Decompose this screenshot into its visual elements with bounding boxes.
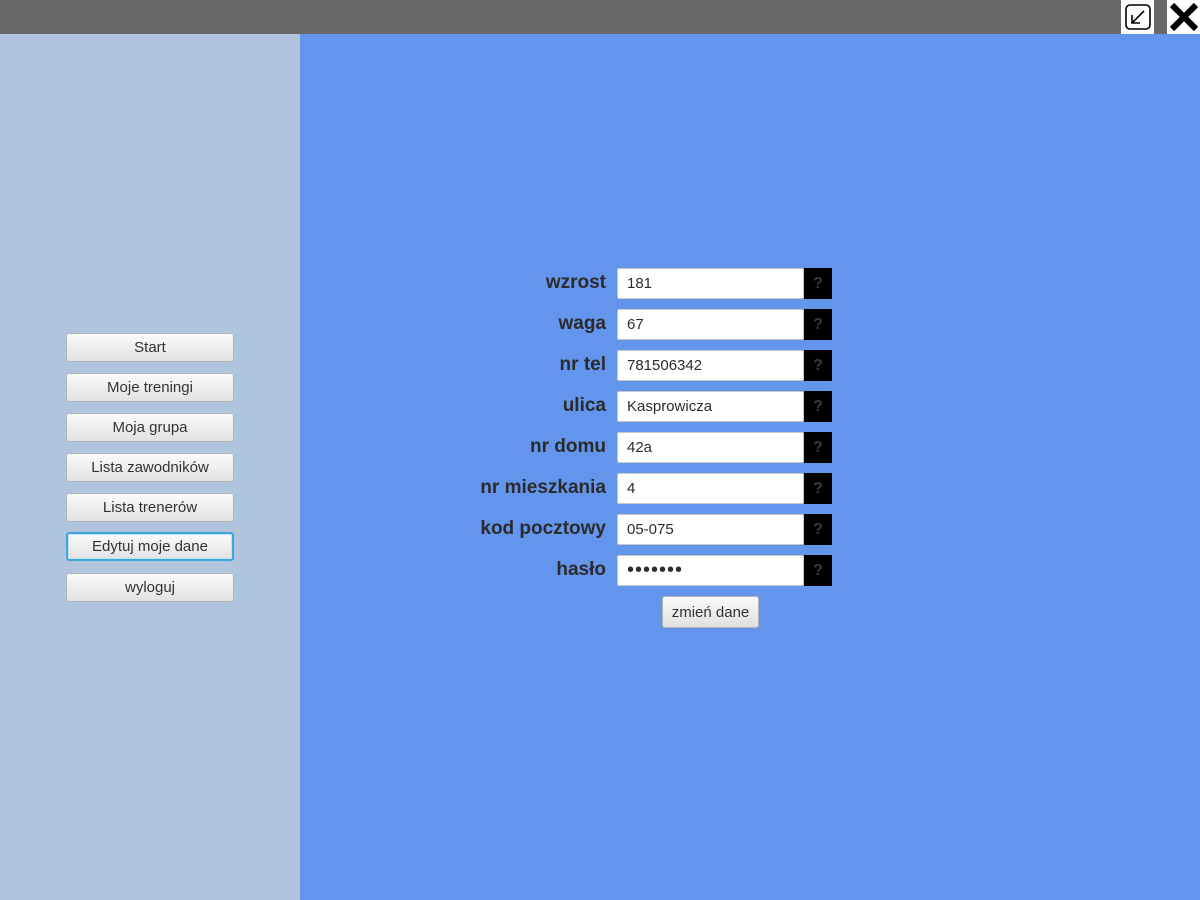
house-number-help-button[interactable]: ? [804,432,832,463]
nav-trainers-list-button[interactable]: Lista trenerów [66,493,234,522]
minimize-button[interactable] [1121,0,1154,34]
house-number-input[interactable] [617,432,804,463]
apartment-number-input[interactable] [617,473,804,504]
postal-code-input[interactable] [617,514,804,545]
weight-input[interactable] [617,309,804,340]
close-button[interactable] [1167,0,1200,34]
nav-my-group-button[interactable]: Moja grupa [66,413,234,442]
street-help-button[interactable]: ? [804,391,832,422]
title-bar [0,0,1200,34]
postal-code-help-button[interactable]: ? [804,514,832,545]
nav-athletes-list-button[interactable]: Lista zawodników [66,453,234,482]
street-input[interactable] [617,391,804,422]
minimize-arrow-icon [1124,4,1151,30]
phone-label: nr tel [559,354,606,375]
main-panel [300,34,1200,900]
password-help-button[interactable]: ? [804,555,832,586]
weight-label: waga [558,313,606,334]
nav-logout-button[interactable]: wyloguj [66,573,234,602]
height-label: wzrost [545,272,606,293]
apartment-number-label: nr mieszkania [480,477,606,498]
change-data-button[interactable]: zmień dane [662,596,759,628]
house-number-label: nr domu [530,436,606,457]
password-input[interactable] [617,555,804,586]
nav-my-trainings-button[interactable]: Moje treningi [66,373,234,402]
close-x-icon [1169,2,1198,32]
nav-start-button[interactable]: Start [66,333,234,362]
password-label: hasło [556,559,606,580]
street-label: ulica [562,395,606,416]
height-help-button[interactable]: ? [804,268,832,299]
postal-code-label: kod pocztowy [480,518,606,539]
apartment-number-help-button[interactable]: ? [804,473,832,504]
weight-help-button[interactable]: ? [804,309,832,340]
nav-edit-my-data-button[interactable]: Edytuj moje dane [66,532,234,561]
phone-help-button[interactable]: ? [804,350,832,381]
phone-input[interactable] [617,350,804,381]
height-input[interactable] [617,268,804,299]
